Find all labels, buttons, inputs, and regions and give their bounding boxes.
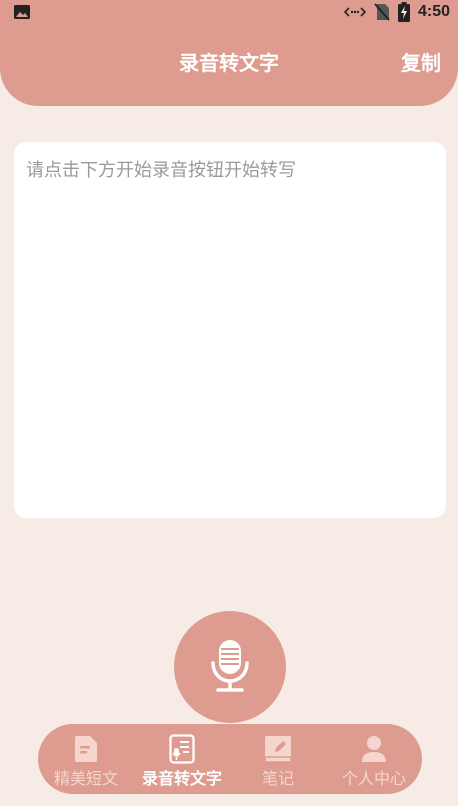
notebook-icon xyxy=(264,736,292,763)
transcribe-icon xyxy=(169,734,195,764)
microphone-icon xyxy=(211,640,249,692)
page-title: 录音转文字 xyxy=(179,51,279,75)
tab-transcribe[interactable]: 录音转文字 xyxy=(134,724,230,794)
image-icon xyxy=(14,5,30,19)
data-arrows-icon xyxy=(343,7,366,17)
tab-label: 精美短文 xyxy=(53,769,118,788)
user-icon xyxy=(362,736,386,762)
transcript-card xyxy=(14,142,446,518)
tab-profile[interactable]: 个人中心 xyxy=(326,724,422,794)
copy-button[interactable]: 复制 xyxy=(401,47,441,76)
tab-notes[interactable]: 笔记 xyxy=(230,724,326,794)
record-button[interactable] xyxy=(174,611,286,723)
document-icon xyxy=(75,736,97,762)
tab-articles[interactable]: 精美短文 xyxy=(38,724,134,794)
tab-label: 笔记 xyxy=(261,769,294,788)
status-time: 4:50 xyxy=(417,3,450,20)
transcript-textarea[interactable] xyxy=(14,142,446,518)
bottom-tab-bar: 精美短文 录音转文字 笔记 个人中心 xyxy=(38,724,422,794)
status-bar: 4:50 xyxy=(0,0,458,24)
no-sim-icon xyxy=(374,3,390,21)
tab-label: 录音转文字 xyxy=(141,769,222,788)
battery-charging-icon xyxy=(397,2,410,22)
tab-label: 个人中心 xyxy=(341,769,406,788)
